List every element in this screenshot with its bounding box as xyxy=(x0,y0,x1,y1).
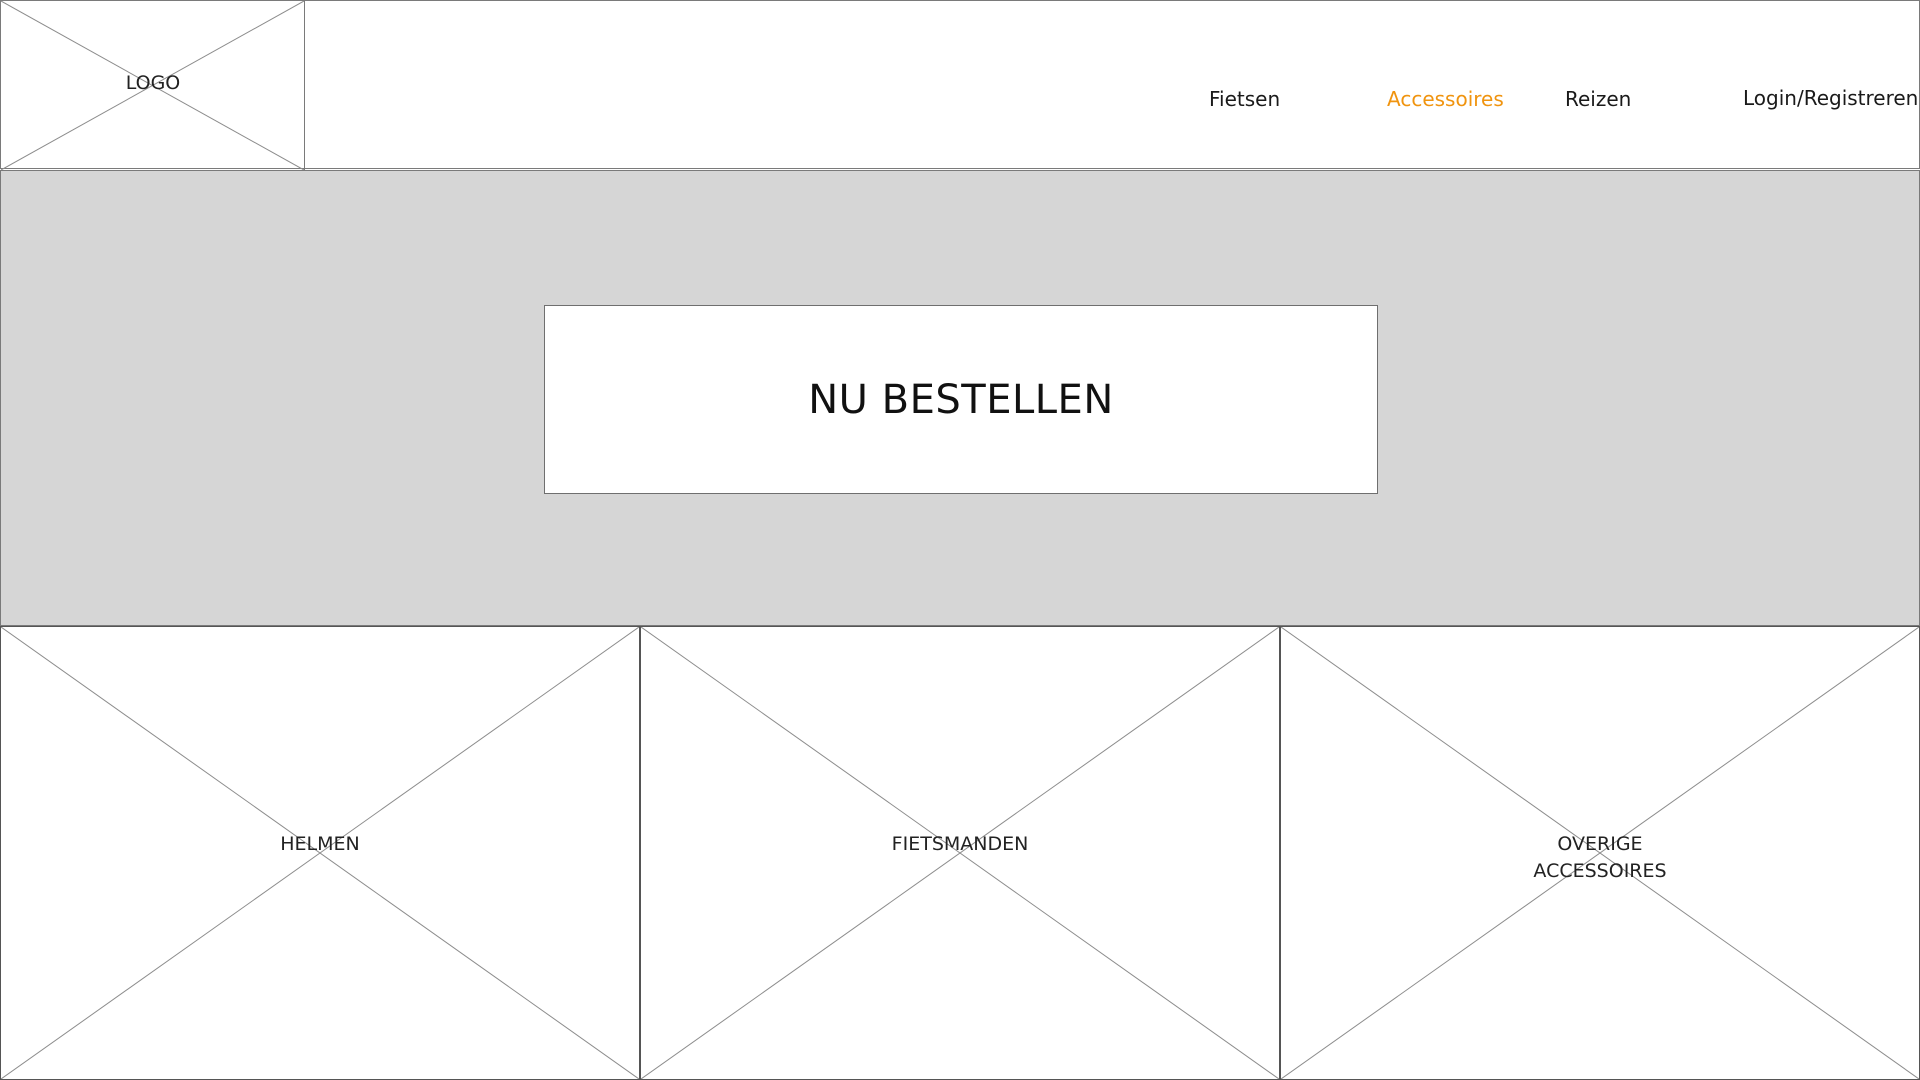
nav-item-login-register[interactable]: Login/Registreren xyxy=(1743,86,1918,110)
page: LOGO Fietsen Accessoires Reizen Login/Re… xyxy=(0,0,1920,1080)
nav-item-reizen[interactable]: Reizen xyxy=(1565,87,1631,111)
category-label-line: ACCESSOIRES xyxy=(1533,860,1667,882)
order-now-button[interactable]: NU BESTELLEN xyxy=(544,305,1378,494)
category-label: OVERIGE ACCESSOIRES xyxy=(1281,831,1919,885)
logo[interactable]: LOGO xyxy=(1,1,305,170)
hero-banner: NU BESTELLEN xyxy=(0,170,1920,626)
category-label-line: HELMEN xyxy=(280,833,360,855)
category-tile-helmen[interactable]: HELMEN xyxy=(0,626,640,1080)
category-label: HELMEN xyxy=(1,831,639,858)
category-tile-overige-accessoires[interactable]: OVERIGE ACCESSOIRES xyxy=(1280,626,1920,1080)
category-label: FIETSMANDEN xyxy=(641,831,1279,858)
category-label-line: FIETSMANDEN xyxy=(891,833,1029,855)
category-label-line: OVERIGE xyxy=(1557,833,1643,855)
site-header: LOGO Fietsen Accessoires Reizen Login/Re… xyxy=(0,0,1920,170)
logo-label: LOGO xyxy=(125,72,181,94)
category-tile-fietsmanden[interactable]: FIETSMANDEN xyxy=(640,626,1280,1080)
nav-item-accessoires[interactable]: Accessoires xyxy=(1387,87,1504,111)
nav-item-fietsen[interactable]: Fietsen xyxy=(1209,87,1280,111)
